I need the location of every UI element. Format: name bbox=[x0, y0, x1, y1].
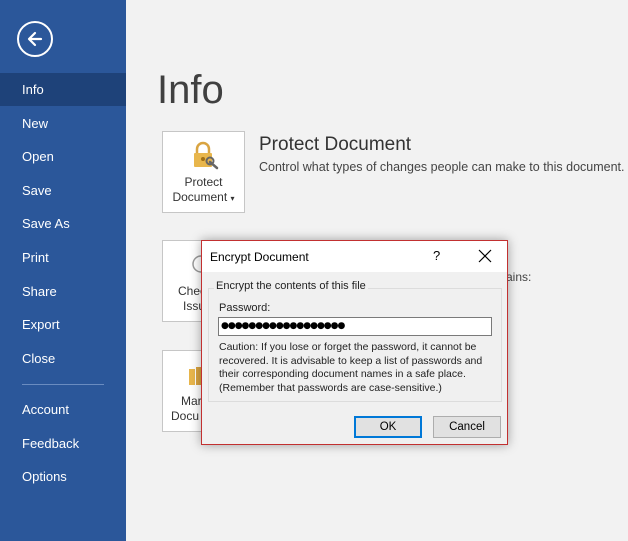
manage-tile-label-2: Docu bbox=[171, 409, 200, 423]
caution-text: Caution: If you lose or forget the passw… bbox=[219, 341, 483, 394]
backstage-sidebar: Info New Open Save Save As Print Share E… bbox=[0, 0, 126, 541]
back-arrow-icon bbox=[27, 31, 43, 47]
dialog-title: Encrypt Document bbox=[210, 250, 309, 264]
help-button[interactable]: ? bbox=[433, 248, 440, 263]
nav-item-save[interactable]: Save bbox=[0, 174, 126, 207]
nav-item-share[interactable]: Share bbox=[0, 275, 126, 308]
manage-tile-label-1: Mar bbox=[181, 394, 202, 408]
ok-button[interactable]: OK bbox=[354, 416, 422, 438]
lock-key-icon bbox=[194, 141, 219, 170]
sidebar-divider bbox=[22, 384, 104, 385]
back-button[interactable] bbox=[17, 21, 53, 57]
nav-item-new[interactable]: New bbox=[0, 107, 126, 140]
nav-item-options[interactable]: Options bbox=[0, 460, 126, 493]
nav-item-close[interactable]: Close bbox=[0, 342, 126, 375]
password-field[interactable]: ●●●●●●●●●●●●●●●●●● bbox=[218, 317, 492, 336]
protect-tile-label-2-text: Document bbox=[172, 190, 228, 204]
protect-tile-label-1: Protect bbox=[184, 175, 223, 189]
group-label: Encrypt the contents of this file bbox=[214, 280, 368, 292]
page-title: Info bbox=[157, 68, 224, 112]
nav-item-print[interactable]: Print bbox=[0, 241, 126, 274]
protect-section-description: Control what types of changes people can… bbox=[259, 160, 625, 174]
cancel-button[interactable]: Cancel bbox=[433, 416, 501, 438]
protect-document-button[interactable]: Protect Document ▾ bbox=[162, 131, 245, 213]
nav-item-open[interactable]: Open bbox=[0, 140, 126, 173]
protect-tile-label-2: Document ▾ bbox=[163, 190, 244, 206]
encrypt-document-dialog: Encrypt Document ? Encrypt the contents … bbox=[201, 240, 508, 445]
nav-item-save-as[interactable]: Save As bbox=[0, 207, 126, 240]
dialog-titlebar[interactable]: Encrypt Document ? bbox=[202, 241, 507, 272]
nav-item-account[interactable]: Account bbox=[0, 393, 126, 426]
dropdown-caret-icon: ▾ bbox=[230, 194, 235, 203]
nav-item-export[interactable]: Export bbox=[0, 308, 126, 341]
nav-item-feedback[interactable]: Feedback bbox=[0, 427, 126, 460]
inspect-description-partial: ains: bbox=[506, 270, 532, 284]
password-label: Password: bbox=[219, 302, 271, 314]
nav-item-info[interactable]: Info bbox=[0, 73, 126, 106]
close-icon[interactable] bbox=[478, 249, 492, 263]
protect-section-title: Protect Document bbox=[259, 134, 412, 155]
